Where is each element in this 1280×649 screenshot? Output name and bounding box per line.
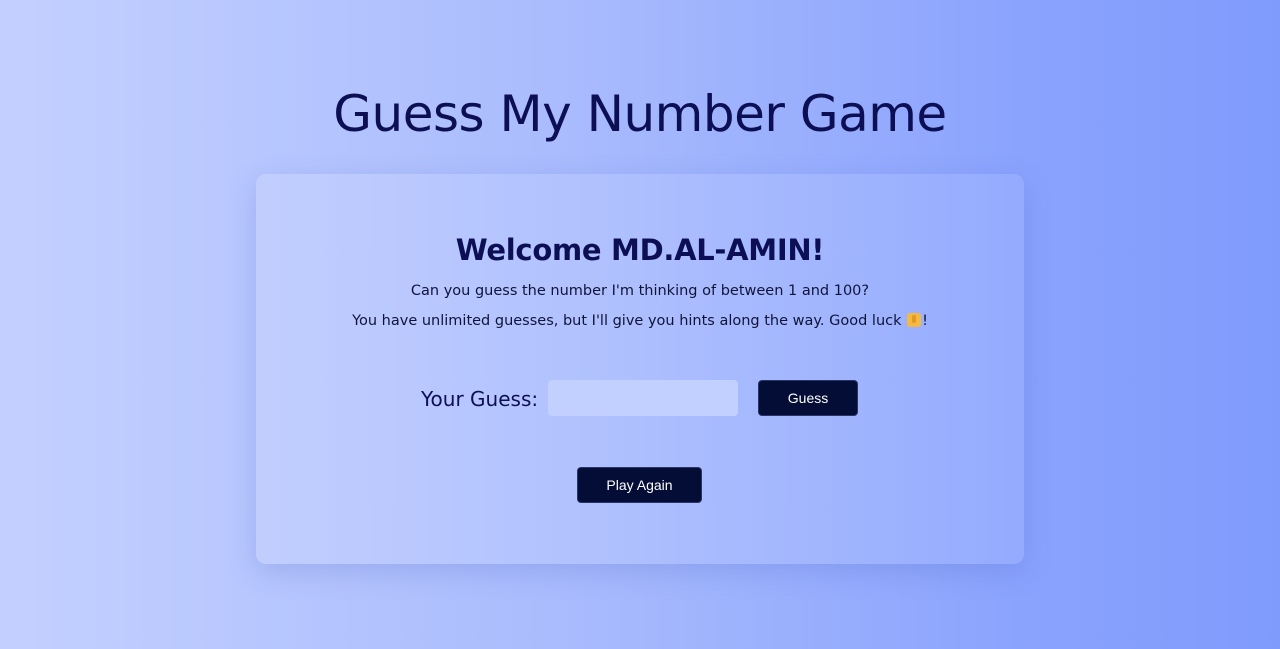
intro-text-hints: You have unlimited guesses, but I'll giv… — [256, 311, 1024, 331]
welcome-heading: Welcome MD.AL-AMIN! — [455, 233, 825, 267]
intro-text-range: Can you guess the number I'm thinking of… — [410, 283, 870, 299]
game-card: Welcome MD.AL-AMIN! Can you guess the nu… — [256, 174, 1024, 564]
guess-label: Your Guess: — [421, 387, 539, 411]
intro-hints-text: You have unlimited guesses, but I'll giv… — [352, 313, 902, 329]
page-title: Guess My Number Game — [333, 85, 947, 143]
guess-button[interactable]: Guess — [758, 380, 858, 416]
intro-hints-exclamation: ! — [922, 313, 928, 329]
play-again-button[interactable]: Play Again — [577, 467, 702, 503]
guess-input[interactable] — [548, 380, 738, 416]
thumbs-up-icon — [907, 313, 922, 327]
